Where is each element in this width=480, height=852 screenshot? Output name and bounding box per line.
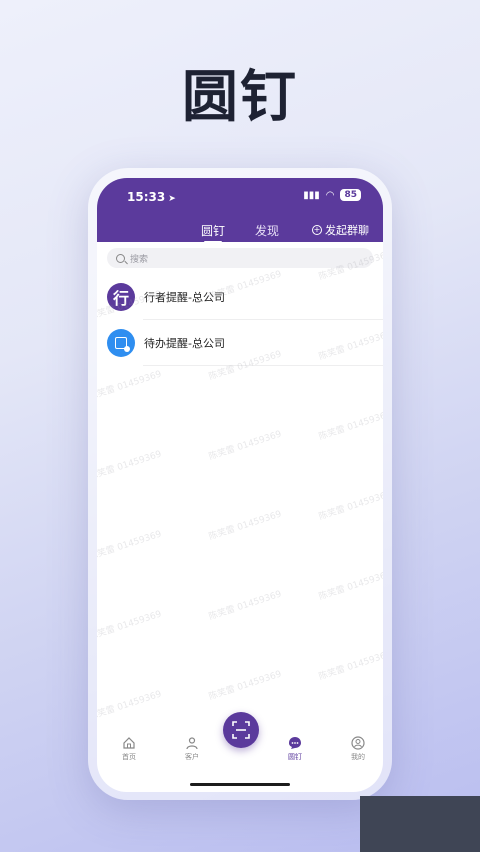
user-icon [186,737,198,750]
watermark-text: 陈笑雷 01459369 [97,369,163,403]
watermark-text: 陈笑雷 01459369 [207,589,283,623]
battery-icon: 85 [340,189,361,201]
nav-item-pin[interactable]: 圆钉 [275,736,315,762]
nav-item-mine[interactable]: 我的 [338,736,378,762]
plus-circle-icon: + [312,225,322,235]
conversation-list: 行 行者提醒-总公司 待办提醒-总公司 [97,274,383,366]
list-item-title: 待办提醒-总公司 [144,337,225,350]
watermark-text: 陈笑雷 01459369 [97,529,163,563]
home-icon [123,737,135,749]
nav-label: 首页 [122,753,136,761]
nav-label: 我的 [351,753,365,761]
tab-discover[interactable]: 发现 [255,222,279,239]
chat-icon [289,737,301,749]
phone-screen: 15:33 ➤ ▮▮▮ ◠ 85 圆钉 发现 + 发起群聊 搜索 行 行者提醒-总… [97,178,383,792]
watermark-text: 陈笑雷 01459369 [317,569,383,603]
corner-overlay [360,796,480,852]
search-icon [116,253,125,263]
nav-label: 客户 [185,753,199,761]
watermark-text: 陈笑雷 01459369 [317,409,383,443]
status-indicators: ▮▮▮ ◠ 85 [303,189,361,201]
watermark-text: 陈笑雷 01459369 [97,609,163,643]
watermark-text: 陈笑雷 01459369 [207,669,283,703]
app-header: 15:33 ➤ ▮▮▮ ◠ 85 圆钉 发现 + 发起群聊 [97,178,383,242]
search-input[interactable]: 搜索 [107,248,373,268]
start-group-chat-button[interactable]: + 发起群聊 [312,222,369,238]
nav-label: 圆钉 [288,753,302,761]
search-placeholder: 搜索 [130,254,149,265]
watermark-text: 陈笑雷 01459369 [317,649,383,683]
header-tabs: 圆钉 发现 + 发起群聊 [97,222,383,242]
list-item-title: 行者提醒-总公司 [144,291,225,304]
bottom-nav: 首页 客户 圆钉 我的 [97,712,383,770]
avatar [107,329,135,357]
watermark-text: 陈笑雷 01459369 [97,449,163,483]
status-time: 15:33 ➤ [127,190,176,204]
wifi-icon: ◠ [325,189,335,201]
watermark-text: 陈笑雷 01459369 [97,689,163,723]
status-time-text: 15:33 [127,190,166,204]
hero-title: 圆钉 [182,65,298,130]
scan-button[interactable] [223,712,259,748]
signal-icon: ▮▮▮ [303,189,320,201]
start-group-chat-label: 发起群聊 [325,224,369,237]
avatar: 行 [107,283,135,311]
scan-icon [232,721,250,739]
nav-item-home[interactable]: 首页 [109,736,149,762]
location-arrow-icon: ➤ [168,194,176,204]
watermark-text: 陈笑雷 01459369 [207,429,283,463]
home-indicator [190,783,290,786]
list-item-todo-reminder[interactable]: 待办提醒-总公司 [97,320,383,366]
watermark-text: 陈笑雷 01459369 [317,489,383,523]
list-item-walker-reminder[interactable]: 行 行者提醒-总公司 [97,274,383,320]
tab-pin[interactable]: 圆钉 [201,222,225,239]
watermark-text: 陈笑雷 01459369 [207,509,283,543]
todo-icon [115,337,130,352]
profile-icon [351,736,365,750]
nav-item-client[interactable]: 客户 [172,736,212,762]
